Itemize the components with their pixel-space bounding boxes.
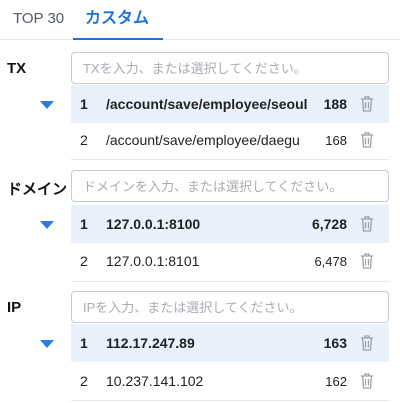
ip-input-field[interactable] bbox=[71, 291, 389, 323]
row-index: 1 bbox=[80, 216, 88, 232]
tab-top30[interactable]: TOP 30 bbox=[13, 9, 64, 40]
ip-list-item[interactable]: 2 10.237.141.102 162 bbox=[71, 362, 389, 400]
domain-list-item[interactable]: 2 127.0.0.1:8101 6,478 bbox=[71, 242, 389, 280]
ip-label: IP bbox=[7, 299, 22, 316]
ip-list-item[interactable]: 1 112.17.247.89 163 bbox=[71, 324, 389, 362]
tx-list-item[interactable]: 2 /account/save/employee/daegu 168 bbox=[71, 121, 389, 159]
row-name: /account/save/employee/daegu bbox=[106, 132, 300, 148]
tx-input[interactable] bbox=[72, 53, 388, 83]
tab-custom[interactable]: カスタム bbox=[72, 9, 164, 40]
row-name: /account/save/employee/seoul bbox=[106, 96, 308, 112]
row-count: 188 bbox=[323, 96, 347, 112]
tab-bar: TOP 30 カスタム bbox=[0, 0, 400, 40]
caret-down-icon[interactable] bbox=[40, 101, 54, 109]
row-count: 162 bbox=[325, 373, 347, 389]
trash-icon[interactable] bbox=[359, 95, 375, 113]
tx-list-item[interactable]: 1 /account/save/employee/seoul 188 bbox=[71, 85, 389, 123]
trash-icon[interactable] bbox=[359, 215, 375, 233]
row-count: 168 bbox=[325, 132, 347, 148]
row-divider bbox=[71, 400, 389, 401]
row-name: 10.237.141.102 bbox=[106, 373, 204, 389]
domain-input-field[interactable] bbox=[71, 170, 389, 202]
domain-label: ドメイン bbox=[7, 181, 68, 198]
row-index: 2 bbox=[80, 253, 88, 269]
row-index: 1 bbox=[80, 96, 88, 112]
trash-icon[interactable] bbox=[359, 334, 375, 352]
row-index: 2 bbox=[80, 373, 88, 389]
tx-input-field[interactable] bbox=[71, 52, 389, 84]
ip-input[interactable] bbox=[72, 292, 388, 322]
row-index: 2 bbox=[80, 132, 88, 148]
domain-list-item[interactable]: 1 127.0.0.1:8100 6,728 bbox=[71, 205, 389, 243]
row-name: 112.17.247.89 bbox=[106, 335, 195, 351]
trash-icon[interactable] bbox=[359, 131, 375, 149]
trash-icon[interactable] bbox=[359, 372, 375, 390]
row-name: 127.0.0.1:8100 bbox=[106, 216, 201, 232]
row-count: 6,478 bbox=[314, 253, 347, 269]
tx-label: TX bbox=[7, 60, 27, 77]
trash-icon[interactable] bbox=[359, 252, 375, 270]
caret-down-icon[interactable] bbox=[40, 221, 54, 229]
row-name: 127.0.0.1:8101 bbox=[106, 253, 200, 269]
row-count: 163 bbox=[323, 335, 347, 351]
row-count: 6,728 bbox=[311, 216, 347, 232]
row-divider bbox=[71, 281, 389, 282]
row-divider bbox=[71, 159, 389, 160]
caret-down-icon[interactable] bbox=[40, 340, 54, 348]
row-index: 1 bbox=[80, 335, 88, 351]
domain-input[interactable] bbox=[72, 171, 388, 201]
